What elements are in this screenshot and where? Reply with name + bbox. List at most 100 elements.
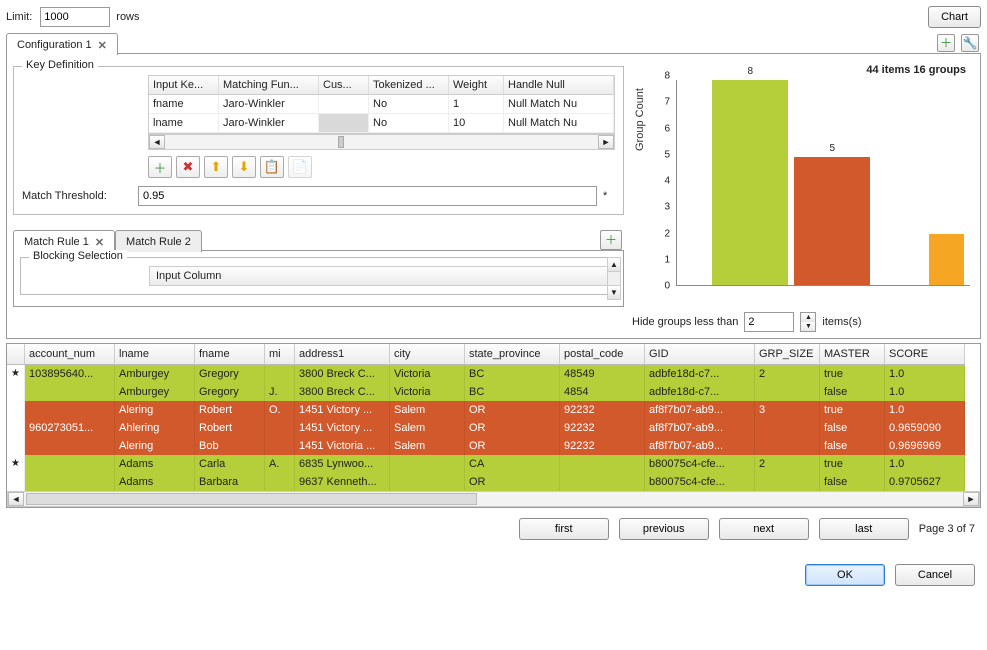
kd-col-tokenized[interactable]: Tokenized ... — [369, 76, 449, 95]
table-cell[interactable]: adbfe18d-c7... — [645, 365, 755, 383]
table-cell[interactable] — [25, 401, 115, 419]
cancel-button[interactable]: Cancel — [895, 564, 975, 586]
table-cell[interactable]: Barbara — [195, 473, 265, 491]
delete-row-button[interactable]: ✖ — [176, 156, 200, 178]
spinner-down-icon[interactable]: ▼ — [801, 322, 815, 331]
table-cell[interactable]: Gregory — [195, 365, 265, 383]
table-header[interactable]: MASTER — [820, 344, 885, 365]
table-header[interactable]: state_province — [465, 344, 560, 365]
table-header[interactable] — [7, 344, 25, 365]
table-cell[interactable] — [755, 437, 820, 455]
table-cell[interactable]: 1451 Victoria ... — [295, 437, 390, 455]
kd-col-handlenull[interactable]: Handle Null — [504, 76, 614, 95]
scroll-right-icon[interactable]: ► — [963, 492, 979, 506]
table-cell[interactable]: true — [820, 455, 885, 473]
table-cell[interactable]: 1.0 — [885, 455, 965, 473]
table-cell[interactable]: 3 — [755, 401, 820, 419]
table-cell[interactable]: O. — [265, 401, 295, 419]
table-cell[interactable]: 92232 — [560, 419, 645, 437]
table-cell[interactable] — [265, 419, 295, 437]
first-button[interactable]: first — [519, 518, 609, 540]
table-cell[interactable]: 3800 Breck C... — [295, 383, 390, 401]
table-cell[interactable] — [25, 437, 115, 455]
table-header[interactable]: SCORE — [885, 344, 965, 365]
chart-button[interactable]: Chart — [928, 6, 981, 28]
table-cell[interactable] — [755, 473, 820, 491]
table-header[interactable]: address1 — [295, 344, 390, 365]
table-cell[interactable] — [390, 473, 465, 491]
table-header[interactable]: postal_code — [560, 344, 645, 365]
close-icon[interactable]: ✕ — [98, 39, 107, 52]
table-cell[interactable] — [390, 455, 465, 473]
table-cell[interactable]: 4854 — [560, 383, 645, 401]
copy-button[interactable]: 📋 — [260, 156, 284, 178]
table-cell[interactable]: 103895640... — [25, 365, 115, 383]
table-cell[interactable] — [755, 383, 820, 401]
table-cell[interactable] — [25, 383, 115, 401]
key-definition-table[interactable]: Input Ke... Matching Fun... Cus... Token… — [148, 75, 615, 134]
kd-scrollbar[interactable]: ◄ ► — [148, 134, 615, 150]
kd-col-matching[interactable]: Matching Fun... — [219, 76, 319, 95]
kd-row[interactable]: lname Jaro-Winkler No 10 Null Match Nu — [149, 114, 614, 133]
table-cell[interactable]: Bob — [195, 437, 265, 455]
table-cell[interactable]: Alering — [115, 401, 195, 419]
blocking-scrollbar[interactable]: ▲ ▼ — [607, 257, 621, 300]
tab-match-rule-1[interactable]: Match Rule 1 ✕ — [13, 230, 115, 252]
table-cell[interactable]: Ahlering — [115, 419, 195, 437]
table-cell[interactable]: Salem — [390, 419, 465, 437]
kd-row[interactable]: fname Jaro-Winkler No 1 Null Match Nu — [149, 95, 614, 114]
table-cell[interactable]: 48549 — [560, 365, 645, 383]
wizard-icon[interactable]: 🔧 — [961, 34, 979, 52]
table-cell[interactable]: false — [820, 437, 885, 455]
table-cell[interactable]: Gregory — [195, 383, 265, 401]
kd-col-weight[interactable]: Weight — [449, 76, 504, 95]
table-cell[interactable]: 0.9696969 — [885, 437, 965, 455]
table-cell[interactable] — [560, 455, 645, 473]
table-cell[interactable]: true — [820, 401, 885, 419]
table-cell[interactable] — [265, 473, 295, 491]
table-cell[interactable]: Robert — [195, 401, 265, 419]
table-cell[interactable]: Adams — [115, 455, 195, 473]
table-cell[interactable]: false — [820, 383, 885, 401]
table-cell[interactable] — [265, 365, 295, 383]
scroll-right-icon[interactable]: ► — [598, 135, 614, 149]
last-button[interactable]: last — [819, 518, 909, 540]
table-cell[interactable]: Adams — [115, 473, 195, 491]
table-cell[interactable]: OR — [465, 473, 560, 491]
table-scrollbar[interactable]: ◄ ► — [7, 491, 980, 507]
scroll-down-icon[interactable]: ▼ — [608, 285, 620, 299]
scroll-up-icon[interactable]: ▲ — [608, 258, 620, 272]
table-cell[interactable]: false — [820, 473, 885, 491]
hide-groups-input[interactable] — [744, 312, 794, 332]
add-row-button[interactable]: ＋ — [148, 156, 172, 178]
table-cell[interactable]: 92232 — [560, 437, 645, 455]
table-cell[interactable]: Salem — [390, 401, 465, 419]
table-header[interactable]: account_num — [25, 344, 115, 365]
table-header[interactable]: GRP_SIZE — [755, 344, 820, 365]
table-cell[interactable] — [755, 419, 820, 437]
move-down-button[interactable]: ⬇ — [232, 156, 256, 178]
table-cell[interactable]: 92232 — [560, 401, 645, 419]
table-header[interactable]: fname — [195, 344, 265, 365]
table-header[interactable]: city — [390, 344, 465, 365]
scroll-left-icon[interactable]: ◄ — [8, 492, 24, 506]
table-cell[interactable]: 6835 Lynwoo... — [295, 455, 390, 473]
table-cell[interactable] — [560, 473, 645, 491]
table-cell[interactable]: Amburgey — [115, 383, 195, 401]
tab-match-rule-2[interactable]: Match Rule 2 — [115, 230, 202, 252]
table-cell[interactable]: 0.9659090 — [885, 419, 965, 437]
table-cell[interactable]: Victoria — [390, 383, 465, 401]
table-cell[interactable]: OR — [465, 437, 560, 455]
table-cell[interactable]: 3800 Breck C... — [295, 365, 390, 383]
table-header[interactable]: mi — [265, 344, 295, 365]
scroll-left-icon[interactable]: ◄ — [149, 135, 165, 149]
table-cell[interactable]: false — [820, 419, 885, 437]
table-cell[interactable]: 960273051... — [25, 419, 115, 437]
table-cell[interactable]: Victoria — [390, 365, 465, 383]
table-cell[interactable]: b80075c4-cfe... — [645, 455, 755, 473]
table-cell[interactable]: OR — [465, 419, 560, 437]
ok-button[interactable]: OK — [805, 564, 885, 586]
tab-configuration-1[interactable]: Configuration 1 ✕ — [6, 33, 118, 55]
table-cell[interactable]: b80075c4-cfe... — [645, 473, 755, 491]
add-rule-icon[interactable]: ＋ — [600, 230, 622, 250]
